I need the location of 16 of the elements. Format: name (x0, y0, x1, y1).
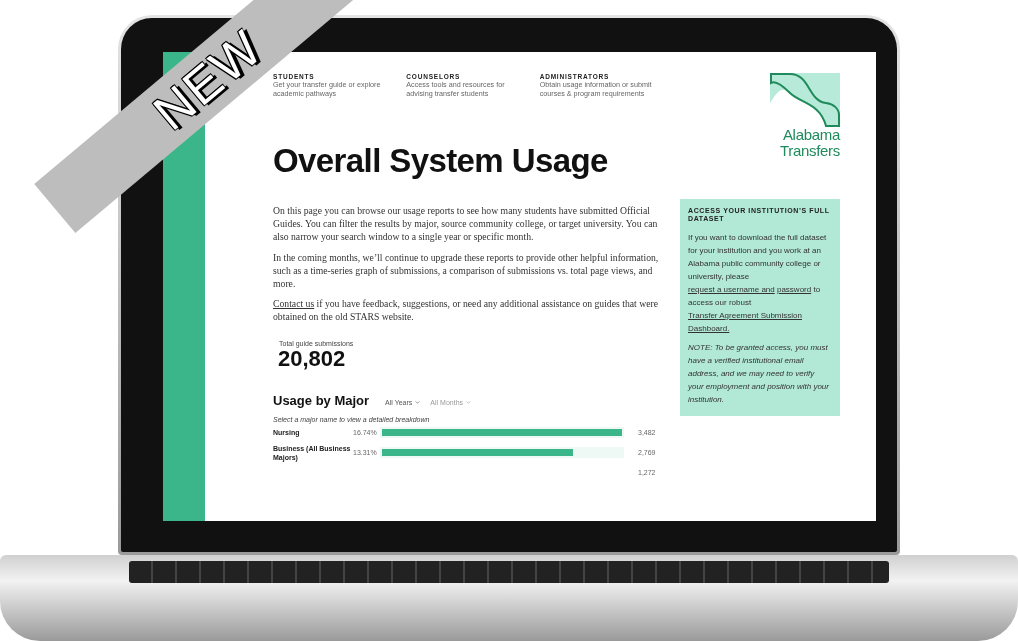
page-title: Overall System Usage (273, 142, 609, 180)
paragraph: Contact us if you have feedback, suggestions, or need any additional assistance on guides that were obtained on the old STARS website. (273, 297, 659, 324)
link[interactable]: request a username and (688, 285, 775, 294)
link[interactable]: Contact us (273, 298, 315, 310)
logo-text: Alabama (782, 127, 840, 143)
paragraph: In the coming months, we’ll continue to upgrade these reports to provide other helpful information, such as a time-series graph of submissions, a comparison of submissions vs. total page views, and more. (273, 250, 660, 291)
section-title: Usage by Major (273, 392, 370, 408)
note-text: NOTE: To be granted access, you must have a verified institutional email address, and we may need to verify your employment and position with your institution. (688, 342, 830, 406)
logo-text: Transfers (779, 143, 840, 159)
link[interactable]: Transfer Agreement Submission (688, 311, 802, 320)
link[interactable]: Dashboard. (688, 324, 730, 333)
link[interactable]: password (776, 285, 812, 294)
paragraph: On this page you can browse our usage reports to see how many students have submitted Official Guides. You can filter the results by major, source community college, or target university. You can also narrow your search window to a single year or specific month. (273, 204, 659, 244)
logo-icon (770, 73, 840, 127)
paragraph: If you want to download the full dataset for your institution and you work at an Alabama public community college or university, please request a username and password to access our robust Transfer Agreement Submission Dashboard. (688, 232, 828, 335)
caret-icon (415, 400, 421, 404)
